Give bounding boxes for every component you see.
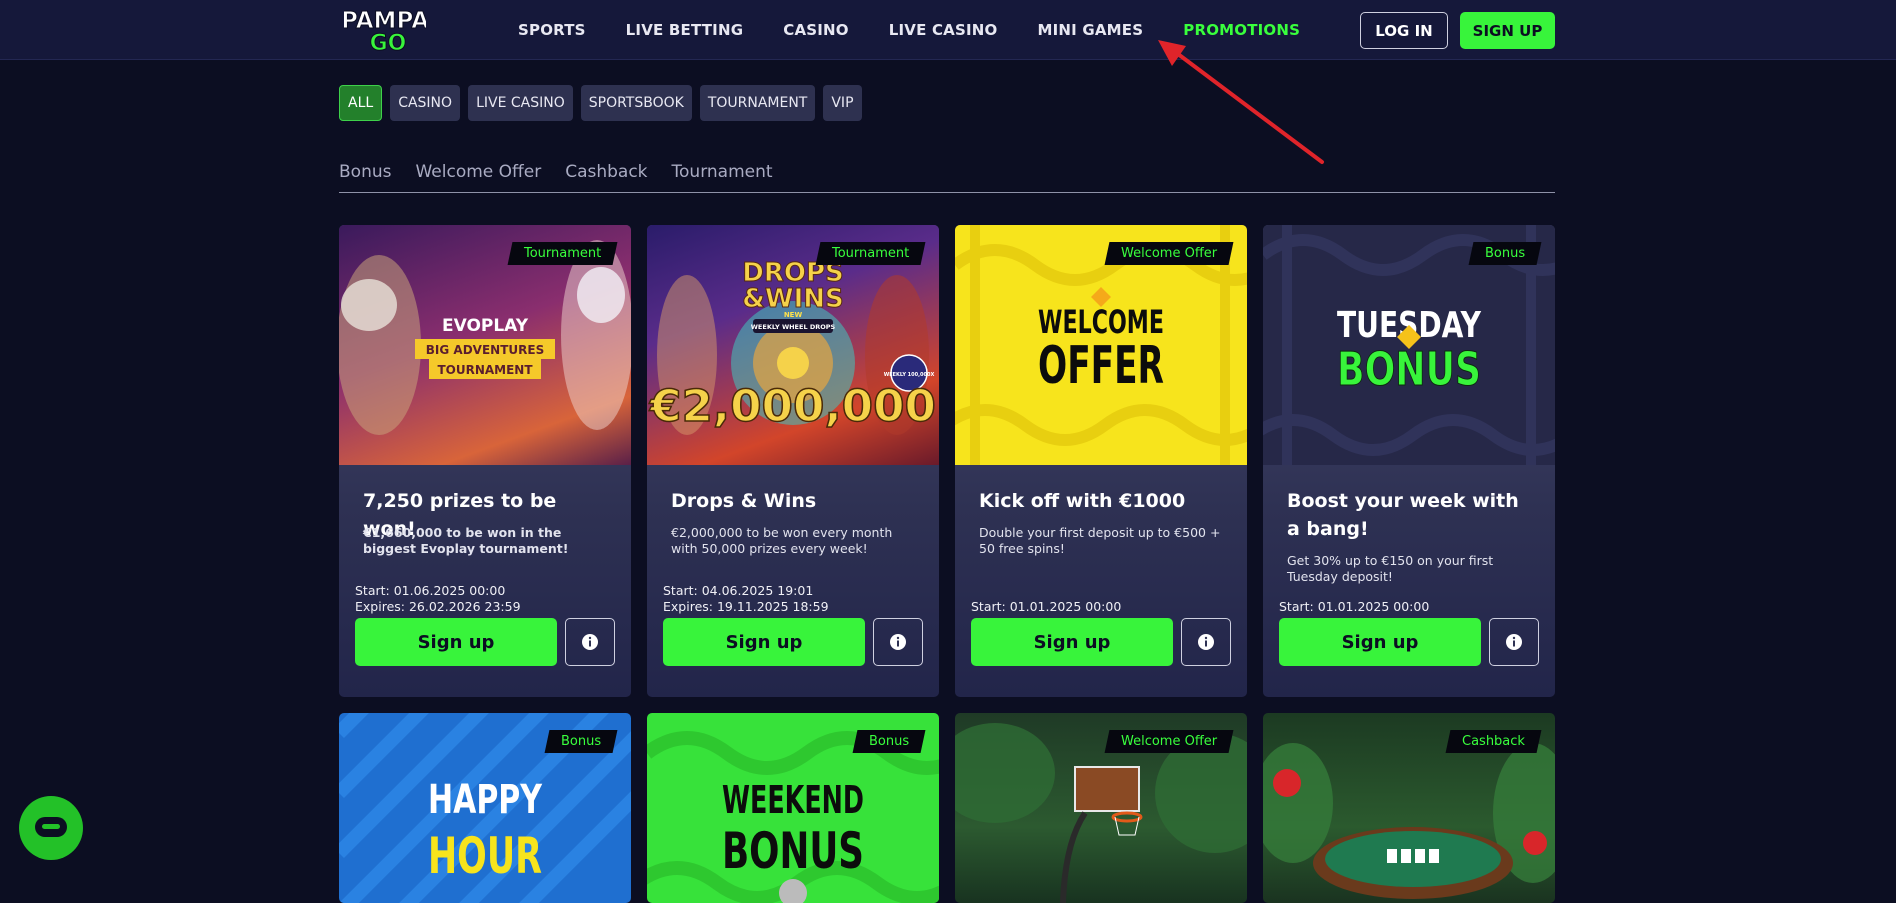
promo-expiry-date: Expires: 19.11.2025 18:59 bbox=[663, 599, 829, 614]
nav-live-casino[interactable]: LIVE CASINO bbox=[889, 21, 998, 39]
promo-card-happy-hour[interactable]: HAPPY HOUR Bonus bbox=[339, 713, 631, 903]
promo-card-weekend-bonus[interactable]: WEEKEND BONUS Bonus bbox=[647, 713, 939, 903]
filter-sportsbook[interactable]: SPORTSBOOK bbox=[580, 85, 692, 121]
promo-card-tuesday-bonus[interactable]: TUESDAY BONUS Bonus Boost your week with… bbox=[1263, 225, 1555, 697]
svg-text:WEEKLY 100,000X: WEEKLY 100,000X bbox=[884, 372, 935, 378]
svg-text:EVOPLAY: EVOPLAY bbox=[442, 316, 529, 336]
promo-info-button[interactable] bbox=[1489, 618, 1539, 666]
nav-mini-games[interactable]: MINI GAMES bbox=[1037, 21, 1143, 39]
svg-text:€2,000,000: €2,000,000 bbox=[649, 381, 936, 432]
promo-banner: WELCOME OFFER Welcome Offer bbox=[955, 225, 1247, 465]
svg-text:WEEKLY WHEEL DROPS: WEEKLY WHEEL DROPS bbox=[751, 323, 836, 331]
subtab-cashback[interactable]: Cashback bbox=[565, 162, 647, 182]
main-nav: SPORTS LIVE BETTING CASINO LIVE CASINO M… bbox=[518, 0, 1300, 60]
promo-type-badge: Welcome Offer bbox=[1104, 730, 1234, 753]
filter-tournament[interactable]: TOURNAMENT bbox=[699, 85, 816, 121]
subtab-welcome-offer[interactable]: Welcome Offer bbox=[415, 162, 541, 182]
promo-type-badge: Bonus bbox=[544, 730, 618, 753]
info-icon bbox=[890, 634, 906, 650]
promo-card-drops-wins[interactable]: DROPS &WINS NEW WEEKLY WHEEL DROPS WEEKL… bbox=[647, 225, 939, 697]
promo-title: Boost your week with a bang! bbox=[1287, 490, 1519, 540]
promo-start-date: Start: 01.01.2025 00:00 bbox=[971, 599, 1122, 614]
category-filters: ALL CASINO LIVE CASINO SPORTSBOOK TOURNA… bbox=[339, 85, 862, 121]
promo-card-evoplay[interactable]: EVOPLAY BIG ADVENTURES TOURNAMENT Tourna… bbox=[339, 225, 631, 697]
promo-signup-button[interactable]: Sign up bbox=[1279, 618, 1481, 666]
filter-vip[interactable]: VIP bbox=[823, 85, 862, 121]
promo-title: Drops & Wins bbox=[671, 490, 817, 512]
info-icon bbox=[1198, 634, 1214, 650]
promo-start-date: Start: 01.01.2025 00:00 bbox=[1279, 599, 1430, 614]
promo-description: Get 30% up to €150 on your first Tuesday… bbox=[1287, 553, 1494, 584]
promotion-subtabs: Bonus Welcome Offer Cashback Tournament bbox=[339, 162, 773, 182]
promo-title: Kick off with €1000 bbox=[979, 490, 1186, 512]
promo-type-badge: Tournament bbox=[815, 242, 926, 265]
subtabs-divider bbox=[339, 192, 1555, 193]
svg-text:BONUS: BONUS bbox=[722, 822, 864, 880]
promo-start-date: Start: 01.06.2025 00:00 bbox=[355, 583, 506, 598]
promo-info-button[interactable] bbox=[1181, 618, 1231, 666]
signup-button[interactable]: SIGN UP bbox=[1460, 12, 1555, 49]
promo-type-badge: Bonus bbox=[1468, 242, 1542, 265]
promo-card-cashback[interactable]: Cashback bbox=[1263, 713, 1555, 903]
svg-text:BONUS: BONUS bbox=[1337, 342, 1481, 396]
promo-info-button[interactable] bbox=[873, 618, 923, 666]
promo-banner: DROPS &WINS NEW WEEKLY WHEEL DROPS WEEKL… bbox=[647, 225, 939, 465]
info-icon bbox=[582, 634, 598, 650]
promo-type-badge: Cashback bbox=[1445, 730, 1542, 753]
chat-icon bbox=[35, 817, 67, 837]
promo-card-welcome-offer[interactable]: WELCOME OFFER Welcome Offer Kick off wit… bbox=[955, 225, 1247, 697]
promo-signup-button[interactable]: Sign up bbox=[355, 618, 557, 666]
pampago-logo[interactable]: PAMPA GO bbox=[344, 4, 426, 55]
promo-banner: TUESDAY BONUS Bonus bbox=[1263, 225, 1555, 465]
login-button[interactable]: LOG IN bbox=[1360, 12, 1448, 49]
svg-text:WEEKEND: WEEKEND bbox=[722, 778, 864, 822]
promo-expiry-date: Expires: 26.02.2026 23:59 bbox=[355, 599, 521, 614]
nav-sports[interactable]: SPORTS bbox=[518, 21, 586, 39]
svg-text:TOURNAMENT: TOURNAMENT bbox=[437, 363, 533, 377]
svg-text:HAPPY: HAPPY bbox=[428, 777, 543, 823]
subtab-bonus[interactable]: Bonus bbox=[339, 162, 391, 182]
promo-start-date: Start: 04.06.2025 19:01 bbox=[663, 583, 814, 598]
filter-all[interactable]: ALL bbox=[339, 85, 383, 121]
promo-description: €2,000,000 to be won every month with 50… bbox=[671, 525, 893, 556]
promo-type-badge: Bonus bbox=[852, 730, 926, 753]
subtab-tournament[interactable]: Tournament bbox=[672, 162, 773, 182]
live-chat-button[interactable] bbox=[19, 796, 83, 860]
svg-text:&WINS: &WINS bbox=[742, 284, 844, 314]
promo-banner: EVOPLAY BIG ADVENTURES TOURNAMENT Tourna… bbox=[339, 225, 631, 465]
svg-text:GO: GO bbox=[370, 31, 407, 54]
promo-signup-button[interactable]: Sign up bbox=[971, 618, 1173, 666]
promo-type-badge: Welcome Offer bbox=[1104, 242, 1234, 265]
promo-signup-button[interactable]: Sign up bbox=[663, 618, 865, 666]
filter-casino[interactable]: CASINO bbox=[390, 85, 461, 121]
promo-type-badge: Tournament bbox=[507, 242, 618, 265]
info-icon bbox=[1506, 634, 1522, 650]
promo-card-basketball[interactable]: Welcome Offer bbox=[955, 713, 1247, 903]
filter-live-casino[interactable]: LIVE CASINO bbox=[468, 85, 573, 121]
nav-live-betting[interactable]: LIVE BETTING bbox=[626, 21, 744, 39]
nav-promotions[interactable]: PROMOTIONS bbox=[1183, 21, 1300, 39]
svg-text:BIG ADVENTURES: BIG ADVENTURES bbox=[426, 343, 544, 357]
nav-casino[interactable]: CASINO bbox=[783, 21, 849, 39]
svg-text:HOUR: HOUR bbox=[428, 827, 542, 885]
site-header: PAMPA GO SPORTS LIVE BETTING CASINO LIVE… bbox=[0, 0, 1896, 60]
promo-description: €1,660,000 to be won in the biggest Evop… bbox=[363, 525, 569, 556]
svg-text:OFFER: OFFER bbox=[1038, 336, 1164, 396]
promo-info-button[interactable] bbox=[565, 618, 615, 666]
promo-description: Double your first deposit up to €500 + 5… bbox=[979, 525, 1221, 556]
svg-text:NEW: NEW bbox=[784, 311, 803, 319]
